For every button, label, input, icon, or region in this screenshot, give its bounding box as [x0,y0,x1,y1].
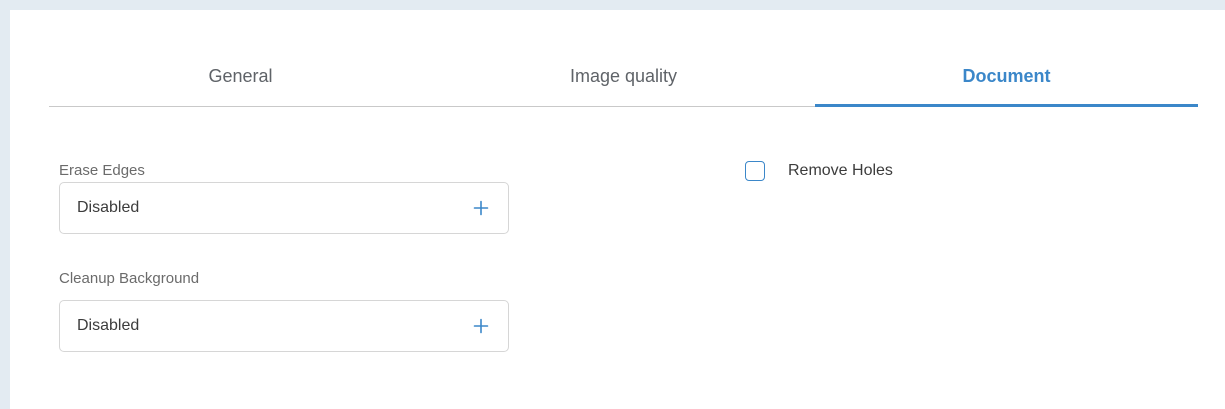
cleanup-background-field[interactable]: Disabled [59,300,509,352]
cleanup-background-value: Disabled [77,317,140,334]
plus-icon[interactable] [471,316,491,336]
erase-edges-label: Erase Edges [59,162,145,179]
tab-general[interactable]: General [49,50,432,102]
tab-image-quality-label: Image quality [569,65,678,86]
tab-document[interactable]: Document [815,50,1198,102]
panel-top-border [0,0,1225,10]
tab-general-label: General [208,65,273,86]
settings-panel: General Image quality Document Erase Edg… [0,0,1225,409]
tab-document-label: Document [962,65,1051,86]
plus-icon[interactable] [471,198,491,218]
tab-bar: General Image quality Document [49,50,1198,108]
active-tab-indicator [815,104,1198,107]
remove-holes-label: Remove Holes [788,162,893,179]
tab-image-quality[interactable]: Image quality [432,50,815,102]
remove-holes-option[interactable]: Remove Holes [745,160,893,182]
panel-left-border [0,0,10,409]
remove-holes-checkbox[interactable] [745,161,765,181]
erase-edges-field[interactable]: Disabled [59,182,509,234]
erase-edges-value: Disabled [77,199,140,216]
cleanup-background-label: Cleanup Background [59,270,200,287]
